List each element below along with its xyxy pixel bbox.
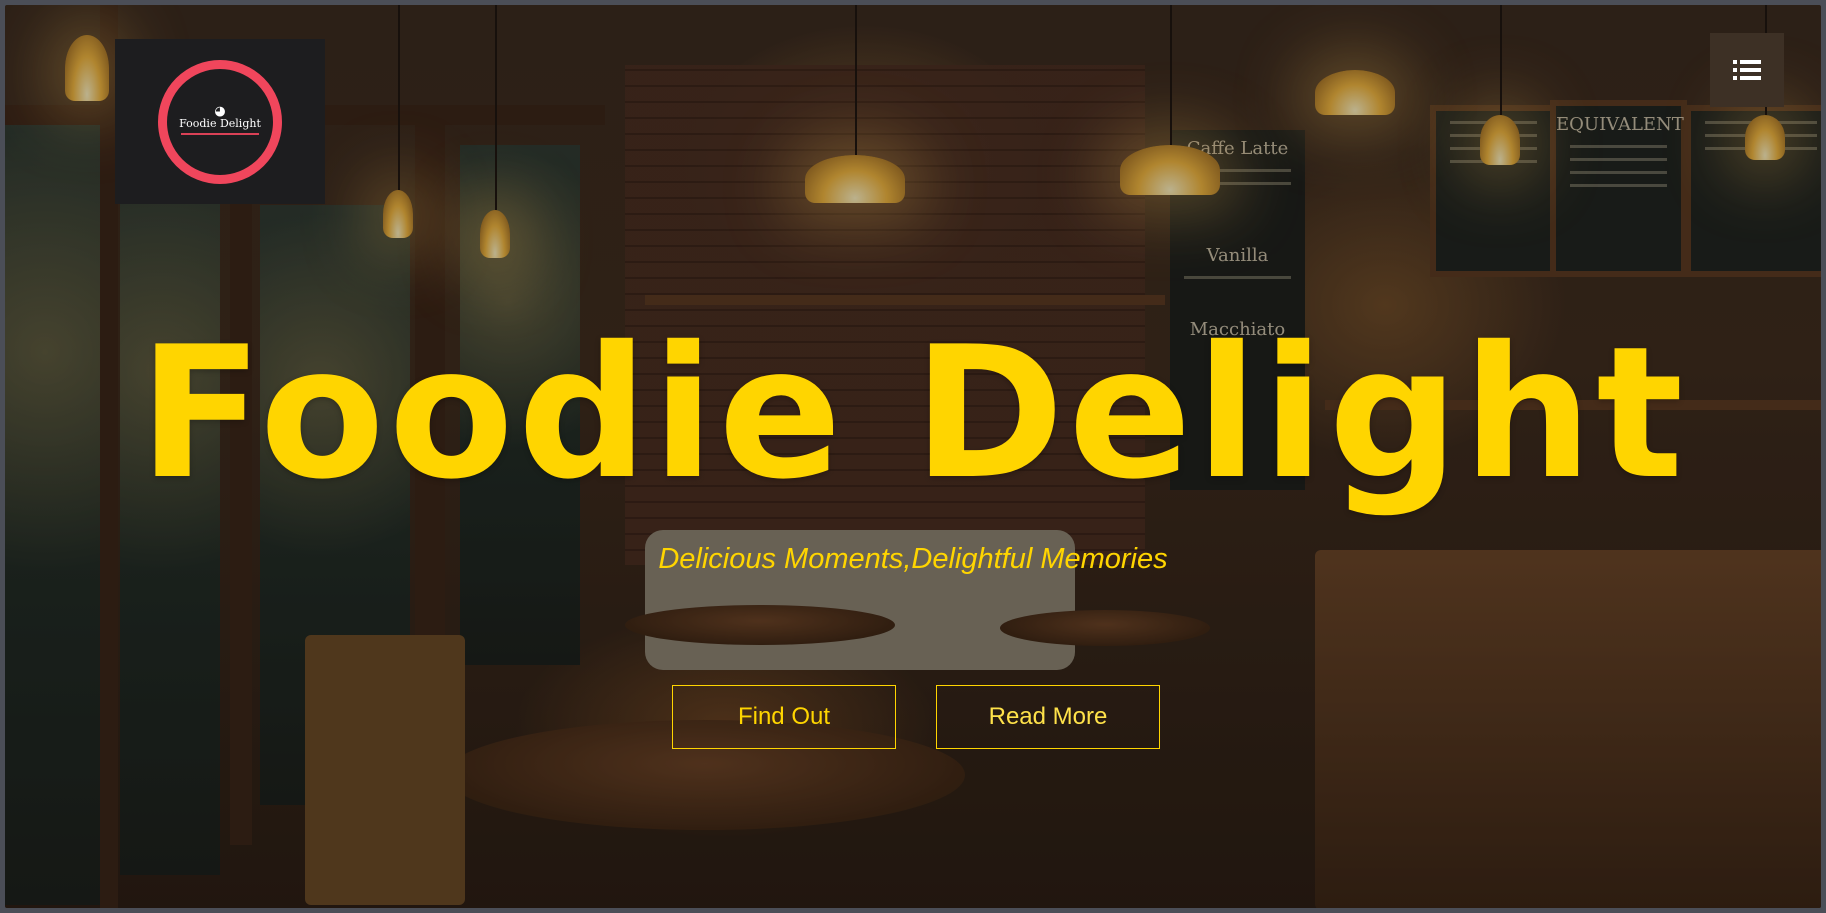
list-menu-icon <box>1733 60 1761 80</box>
menu-toggle-button[interactable] <box>1710 33 1784 107</box>
bowl-chopsticks-icon: ◕ <box>214 103 226 119</box>
logo-text: Foodie Delight <box>179 116 261 130</box>
site-logo[interactable]: ◕ Foodie Delight <box>115 39 325 204</box>
logo-tagline-rule <box>181 132 259 135</box>
hero-subtitle: Delicious Moments,Delightful Memories <box>658 543 1168 575</box>
find-out-button[interactable]: Find Out <box>672 685 896 749</box>
logo-ring: ◕ Foodie Delight <box>158 59 282 184</box>
read-more-button[interactable]: Read More <box>936 685 1160 749</box>
hero-title: Foodie Delight <box>138 307 1688 519</box>
